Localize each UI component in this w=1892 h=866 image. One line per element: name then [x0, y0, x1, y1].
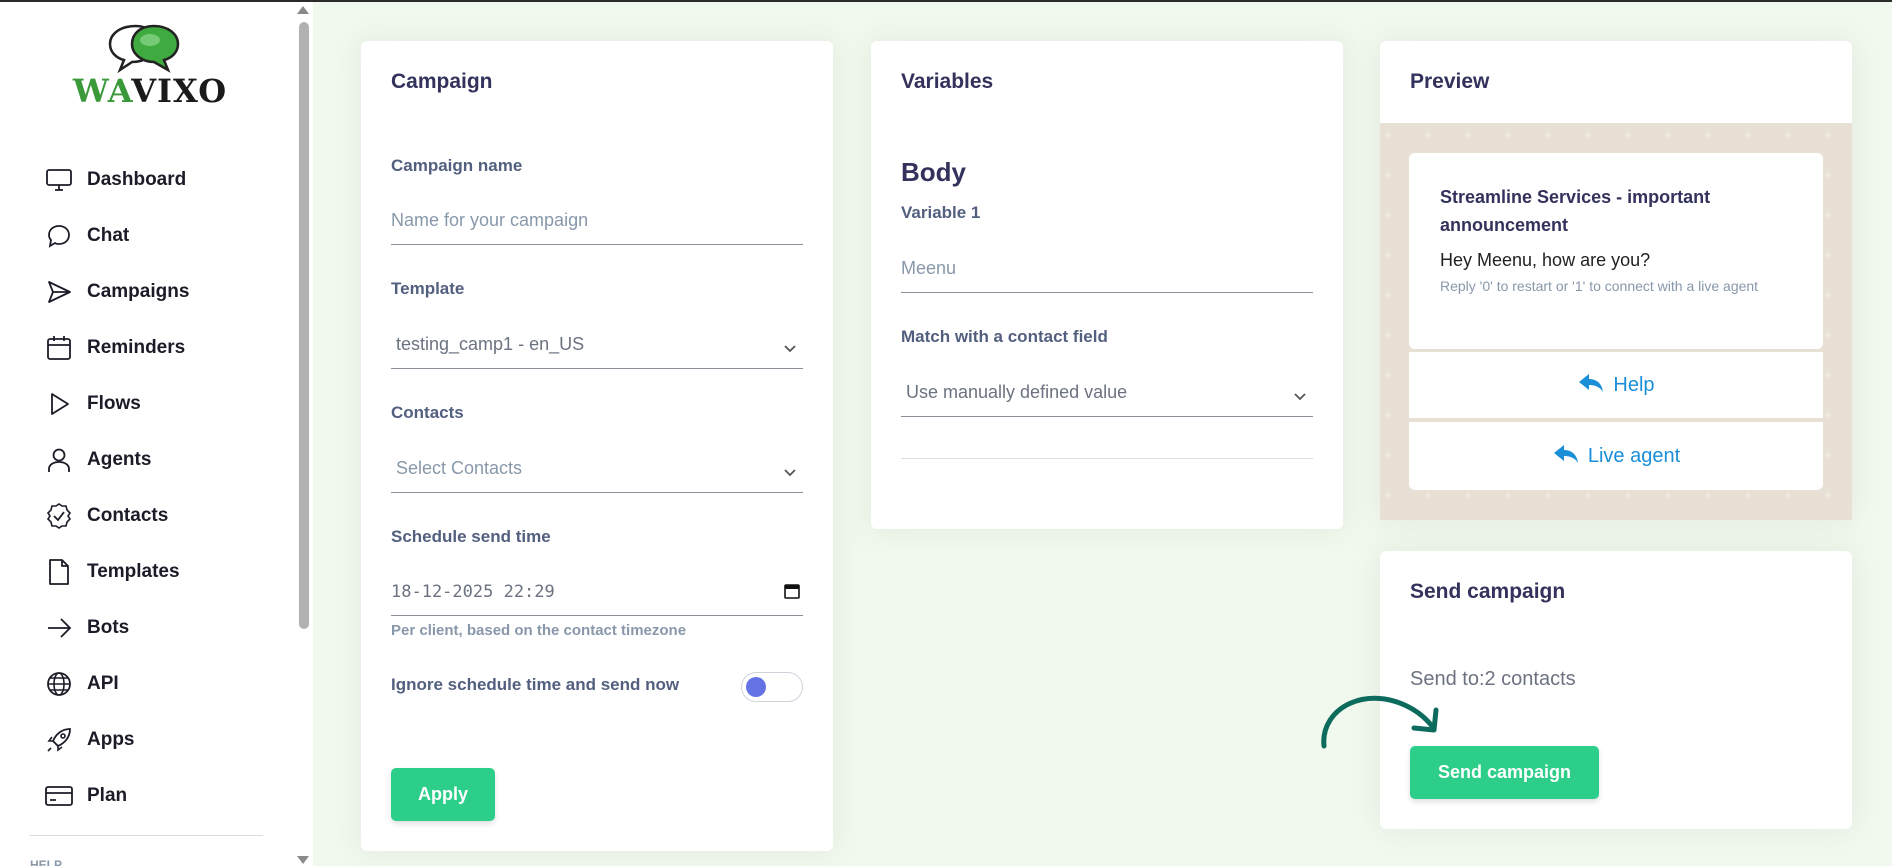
body-section-heading: Body	[901, 157, 966, 187]
preview-card-title: Preview	[1410, 70, 1490, 93]
play-icon	[44, 389, 74, 419]
sidebar-item-label: Bots	[87, 617, 130, 638]
sidebar-item-label: Campaigns	[87, 281, 190, 302]
sidebar-item-label: Reminders	[87, 337, 186, 358]
sidebar-item-chat[interactable]: Chat	[30, 208, 285, 264]
credit-card-icon	[44, 781, 74, 811]
rocket-icon	[44, 725, 74, 755]
sidebar-item-label: Plan	[87, 785, 128, 806]
arrow-right-icon	[44, 613, 74, 643]
sidebar: WAVIXO Dashboard Chat Campaigns Reminder…	[0, 2, 313, 866]
campaign-name-input[interactable]: Name for your campaign	[391, 197, 803, 245]
send-icon	[44, 277, 74, 307]
variable-1-value: Meenu	[901, 258, 957, 278]
sidebar-item-label: Flows	[87, 393, 141, 414]
match-contact-field-select[interactable]: Use manually defined value	[901, 369, 1313, 417]
message-footer: Reply '0' to restart or '1' to connect w…	[1440, 278, 1759, 294]
logo-chat-bubbles-icon	[108, 24, 180, 74]
send-campaign-button[interactable]: Send campaign	[1410, 746, 1599, 799]
sidebar-item-templates[interactable]: Templates	[30, 544, 285, 600]
chat-bubble-icon	[44, 221, 74, 251]
sidebar-item-dashboard[interactable]: Dashboard	[30, 152, 285, 208]
sidebar-item-flows[interactable]: Flows	[30, 376, 285, 432]
sidebar-item-label: Dashboard	[87, 169, 187, 190]
sidebar-item-apps[interactable]: Apps	[30, 712, 285, 768]
contacts-placeholder: Select Contacts	[396, 458, 523, 478]
contacts-label: Contacts	[391, 403, 464, 422]
file-icon	[44, 557, 74, 587]
monitor-icon	[44, 165, 74, 195]
schedule-label: Schedule send time	[391, 527, 551, 546]
match-contact-field-label: Match with a contact field	[901, 327, 1108, 346]
preview-help-label: Help	[1613, 373, 1655, 396]
check-badge-icon	[44, 501, 74, 531]
sidebar-item-plan[interactable]: Plan	[30, 768, 285, 824]
logo-text-wa: WA	[72, 72, 132, 110]
user-icon	[44, 445, 74, 475]
message-body: Hey Meenu, how are you?	[1440, 250, 1651, 270]
sidebar-item-agents[interactable]: Agents	[30, 432, 285, 488]
campaign-name-label: Campaign name	[391, 156, 523, 175]
send-campaign-title: Send campaign	[1410, 580, 1566, 603]
sidebar-item-bots[interactable]: Bots	[30, 600, 285, 656]
preview-help-button[interactable]: Help	[1409, 352, 1823, 418]
ignore-schedule-label: Ignore schedule time and send now	[391, 675, 680, 694]
sidebar-nav: Dashboard Chat Campaigns Reminders Flows	[30, 152, 285, 824]
calendar-icon	[44, 333, 74, 363]
variable-1-input[interactable]: Meenu	[901, 245, 1313, 293]
chevron-down-icon	[783, 339, 797, 358]
apply-button[interactable]: Apply	[391, 768, 495, 821]
schedule-datetime-input[interactable]: 18-12-2025 22:29	[391, 568, 803, 616]
variables-card-title: Variables	[901, 70, 994, 93]
scroll-up-icon[interactable]	[297, 6, 309, 14]
sidebar-item-api[interactable]: API	[30, 656, 285, 712]
sidebar-item-contacts[interactable]: Contacts	[30, 488, 285, 544]
sidebar-item-label: Chat	[87, 225, 130, 246]
help-section-label: HELP	[30, 858, 63, 866]
toggle-knob	[746, 677, 766, 697]
sidebar-item-label: Contacts	[87, 505, 169, 526]
template-selected-value: testing_camp1 - en_US	[396, 334, 585, 354]
ignore-schedule-toggle[interactable]	[741, 672, 803, 702]
sidebar-item-label: API	[87, 673, 119, 694]
schedule-hint: Per client, based on the contact timezon…	[391, 622, 687, 639]
sidebar-item-label: Agents	[87, 449, 152, 470]
variable-1-label: Variable 1	[901, 203, 981, 222]
sidebar-item-label: Apps	[87, 729, 135, 750]
campaign-name-placeholder: Name for your campaign	[391, 210, 589, 230]
sidebar-item-label: Templates	[87, 561, 180, 582]
template-label: Template	[391, 279, 465, 298]
schedule-datetime-value: 18-12-2025 22:29	[391, 581, 555, 602]
template-select[interactable]: testing_camp1 - en_US	[391, 321, 803, 369]
reply-arrow-icon	[1552, 443, 1580, 469]
contacts-select[interactable]: Select Contacts	[391, 445, 803, 493]
sidebar-scrollbar-thumb[interactable]	[299, 22, 309, 629]
scroll-down-icon[interactable]	[297, 856, 309, 864]
reply-arrow-icon	[1577, 372, 1605, 398]
sidebar-item-reminders[interactable]: Reminders	[30, 320, 285, 376]
logo-text-vixo: VIXO	[131, 72, 228, 110]
calendar-picker-icon[interactable]	[783, 582, 801, 604]
preview-live-agent-label: Live agent	[1587, 444, 1681, 467]
globe-icon	[44, 669, 74, 699]
chevron-down-icon	[783, 463, 797, 482]
chevron-down-icon	[1293, 387, 1307, 406]
variables-divider	[901, 458, 1313, 459]
match-contact-field-value: Use manually defined value	[906, 382, 1128, 402]
preview-live-agent-button[interactable]: Live agent	[1409, 422, 1823, 490]
campaign-card-title: Campaign	[391, 70, 493, 93]
sidebar-divider	[30, 835, 263, 836]
wavixo-logo[interactable]: WAVIXO	[70, 20, 230, 110]
message-header: Streamline Services - important announce…	[1440, 187, 1711, 235]
sidebar-item-campaigns[interactable]: Campaigns	[30, 264, 285, 320]
